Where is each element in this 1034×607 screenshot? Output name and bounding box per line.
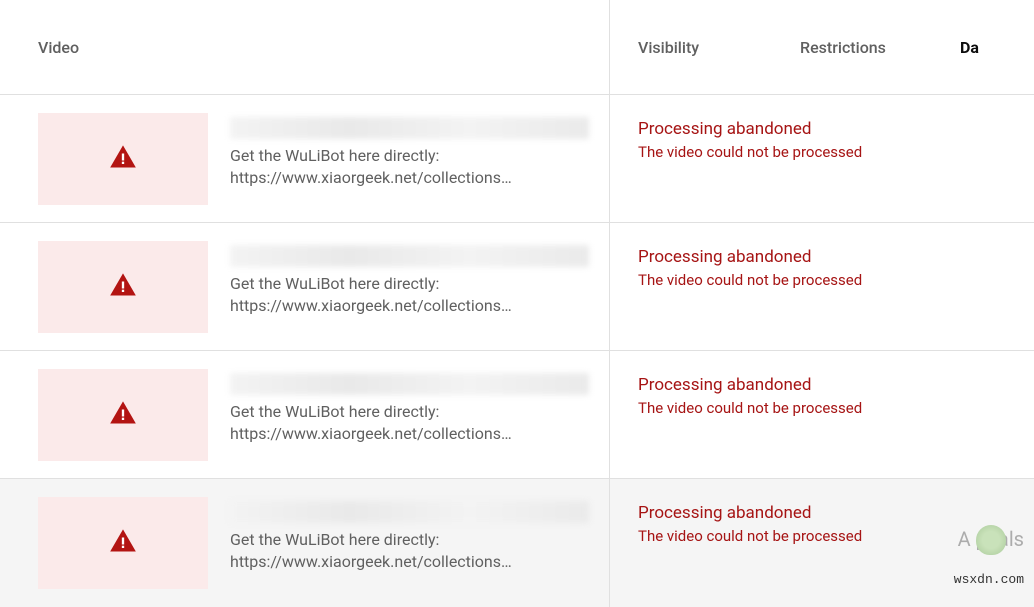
video-cell: Get the WuLiBot here directly: https://w… [0, 479, 610, 607]
video-title-blurred [230, 117, 589, 139]
video-thumbnail[interactable] [38, 241, 208, 333]
warning-icon [107, 143, 139, 175]
table-row[interactable]: Get the WuLiBot here directly: https://w… [0, 479, 1034, 607]
video-thumbnail[interactable] [38, 497, 208, 589]
column-header-date[interactable]: Da [950, 0, 1034, 94]
video-title-blurred [230, 245, 589, 267]
footer-credit: wsxdn.com [954, 572, 1024, 587]
video-meta: Get the WuLiBot here directly: https://w… [230, 241, 589, 350]
video-description: Get the WuLiBot here directly: https://w… [230, 401, 589, 446]
column-header-video[interactable]: Video [0, 0, 610, 94]
video-meta: Get the WuLiBot here directly: https://w… [230, 369, 589, 478]
status-subtitle: The video could not be processed [638, 271, 1014, 289]
table-row[interactable]: Get the WuLiBot here directly: https://w… [0, 223, 1034, 351]
video-cell: Get the WuLiBot here directly: https://w… [0, 351, 610, 478]
header-label-visibility: Visibility [638, 38, 699, 57]
bug-icon [976, 525, 1006, 555]
warning-icon [107, 271, 139, 303]
table-row[interactable]: Get the WuLiBot here directly: https://w… [0, 95, 1034, 223]
video-cell: Get the WuLiBot here directly: https://w… [0, 95, 610, 222]
video-thumbnail[interactable] [38, 113, 208, 205]
status-title: Processing abandoned [638, 375, 1014, 395]
warning-icon [107, 527, 139, 559]
video-title-blurred [230, 501, 589, 523]
column-header-visibility[interactable]: Visibility [610, 0, 790, 94]
status-subtitle: The video could not be processed [638, 143, 1014, 161]
status-cell: Processing abandoned The video could not… [610, 223, 1034, 350]
table-header-row: Video Visibility Restrictions Da [0, 0, 1034, 95]
warning-icon [107, 399, 139, 431]
video-cell: Get the WuLiBot here directly: https://w… [0, 223, 610, 350]
status-title: Processing abandoned [638, 503, 1014, 523]
status-cell: Processing abandoned The video could not… [610, 351, 1034, 478]
column-header-restrictions[interactable]: Restrictions [790, 0, 950, 94]
status-title: Processing abandoned [638, 119, 1014, 139]
video-meta: Get the WuLiBot here directly: https://w… [230, 113, 589, 222]
video-description: Get the WuLiBot here directly: https://w… [230, 145, 589, 190]
video-title-blurred [230, 373, 589, 395]
table-row[interactable]: Get the WuLiBot here directly: https://w… [0, 351, 1034, 479]
watermark-logo: A puals [958, 527, 1024, 551]
header-label-restrictions: Restrictions [800, 38, 886, 57]
status-subtitle: The video could not be processed [638, 399, 1014, 417]
video-table: Video Visibility Restrictions Da Get the… [0, 0, 1034, 607]
video-description: Get the WuLiBot here directly: https://w… [230, 529, 589, 574]
video-description: Get the WuLiBot here directly: https://w… [230, 273, 589, 318]
status-cell: Processing abandoned The video could not… [610, 95, 1034, 222]
video-thumbnail[interactable] [38, 369, 208, 461]
header-label-date: Da [960, 38, 979, 57]
status-title: Processing abandoned [638, 247, 1014, 267]
header-label-video: Video [38, 38, 79, 57]
